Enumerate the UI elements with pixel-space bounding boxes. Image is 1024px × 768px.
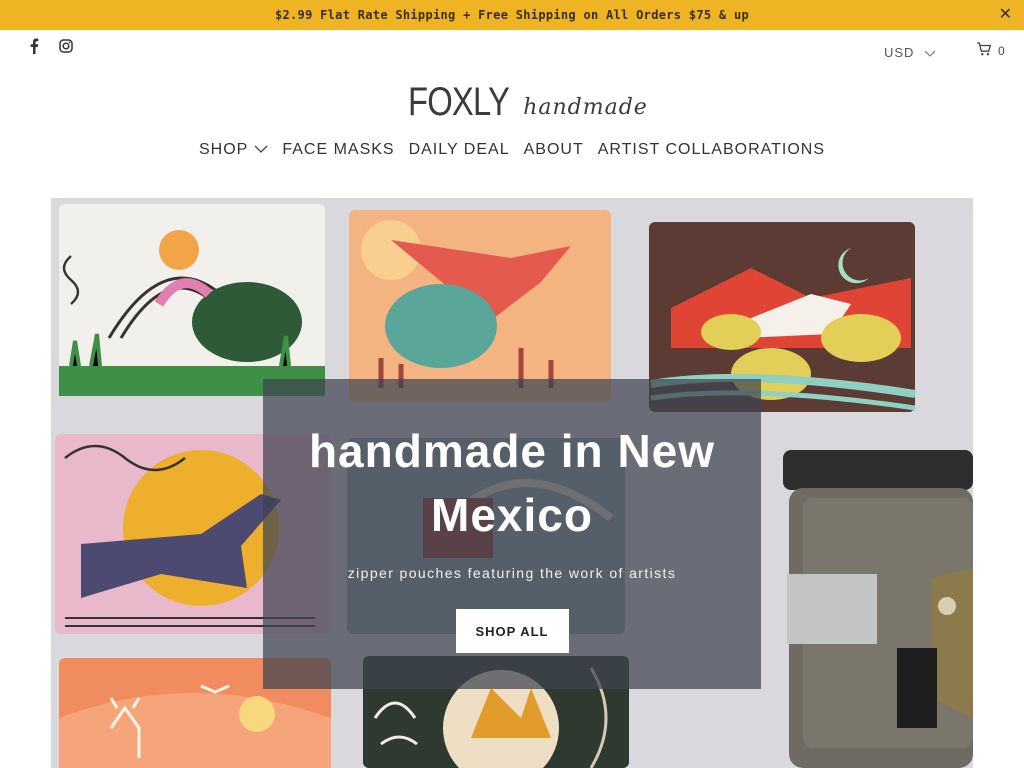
hero-overlay: handmade in New Mexico zipper pouches fe…	[263, 379, 761, 689]
main-nav: SHOP FACE MASKS DAILY DEAL ABOUT ARTIST …	[0, 141, 1024, 159]
nav-item-label: ABOUT	[523, 141, 584, 158]
announcement-text: $2.99 Flat Rate Shipping + Free Shipping…	[274, 8, 750, 22]
pouch-figures	[349, 210, 611, 402]
cart-button[interactable]: 0	[976, 41, 1005, 61]
announcement-bar: $2.99 Flat Rate Shipping + Free Shipping…	[0, 0, 1024, 30]
close-icon[interactable]: ✕	[999, 5, 1012, 23]
nav-item-artist-collaborations[interactable]: ARTIST COLLABORATIONS	[598, 141, 825, 159]
cart-count: 0	[998, 44, 1005, 58]
hero-subtitle: zipper pouches featuring the work of art…	[347, 565, 677, 581]
nav-item-label: FACE MASKS	[282, 141, 395, 158]
instagram-icon[interactable]	[58, 38, 74, 54]
logo-wordmark: FOXLY	[408, 80, 510, 124]
currency-selector[interactable]: USD	[884, 43, 936, 62]
logo-script: handmade	[523, 95, 648, 120]
facebook-icon[interactable]	[26, 38, 42, 54]
nav-item-daily-deal[interactable]: DAILY DEAL	[409, 141, 510, 159]
chevron-down-icon	[924, 43, 936, 62]
nav-item-label: DAILY DEAL	[408, 141, 510, 158]
nav-item-about[interactable]: ABOUT	[524, 141, 584, 159]
nav-item-label: SHOP	[198, 141, 249, 158]
currency-label: USD	[884, 45, 915, 60]
chevron-down-icon	[254, 141, 268, 159]
cart-icon	[976, 41, 992, 61]
pouch-landscape	[59, 204, 325, 396]
nav-item-label: ARTIST COLLABORATIONS	[597, 141, 825, 158]
social-links	[26, 38, 74, 54]
nav-item-shop[interactable]: SHOP	[199, 141, 268, 159]
site-logo[interactable]: FOXLY handmade	[408, 76, 647, 124]
hero-banner: handmade in New Mexico zipper pouches fe…	[51, 198, 973, 768]
sewing-machine	[783, 450, 973, 768]
nav-item-face-masks[interactable]: FACE MASKS	[282, 141, 394, 159]
hero-title: handmade in New Mexico	[308, 425, 716, 541]
shop-all-button[interactable]: SHOP ALL	[455, 609, 569, 653]
